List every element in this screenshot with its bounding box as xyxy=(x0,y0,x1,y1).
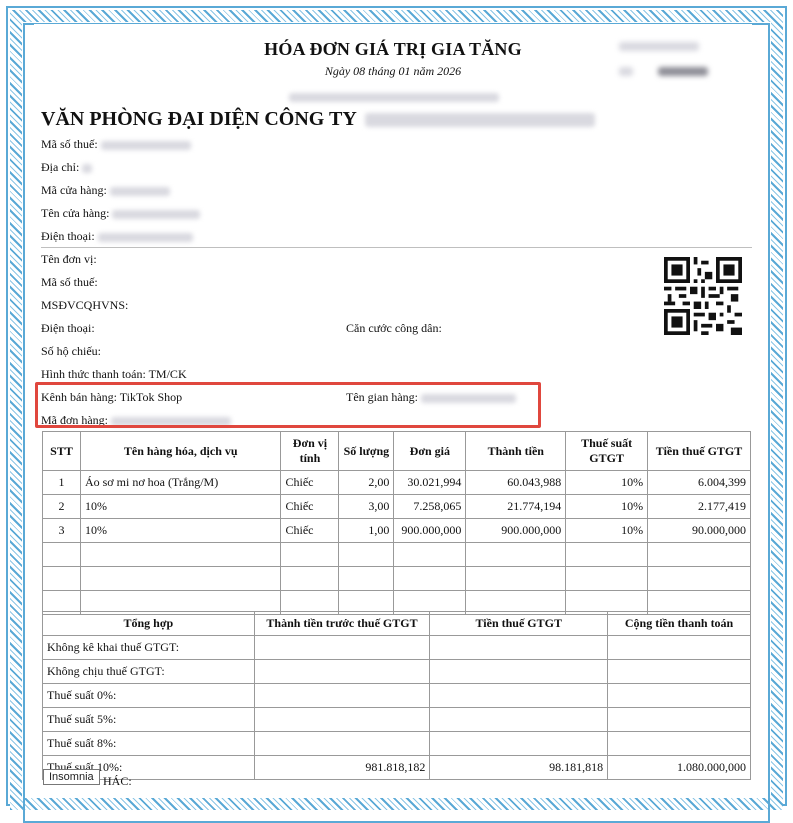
cell: 10% xyxy=(565,494,649,519)
table-row: 2 10% Chiếc 3,00 7.258,065 21.774,194 10… xyxy=(42,494,751,519)
buyer-citizen-id: Căn cước công dân: xyxy=(346,321,442,335)
cell: Chiếc xyxy=(280,470,340,495)
redacted-lookup-code xyxy=(289,88,499,106)
col-header: Thuế suất GTGT xyxy=(565,431,649,471)
seller-address: Địa chỉ: xyxy=(41,160,93,175)
col-header: Đơn giá xyxy=(393,431,467,471)
cell xyxy=(607,683,751,708)
cell xyxy=(429,659,609,684)
seller-store-code: Mã cửa hàng: xyxy=(41,183,170,198)
items-header-row: STT Tên hàng hóa, dịch vụ Đơn vị tính Số… xyxy=(42,431,751,471)
cell xyxy=(429,635,609,660)
insomnia-app-badge[interactable]: Insomnia xyxy=(43,769,100,785)
cell: 3,00 xyxy=(338,494,395,519)
cell: Chiếc xyxy=(280,494,340,519)
cell xyxy=(607,731,751,756)
redacted-number-label xyxy=(619,66,708,77)
buyer-passport: Số hộ chiếu: xyxy=(41,344,101,358)
cell: 2 xyxy=(42,494,81,519)
table-row: Thuế suất 0%: xyxy=(42,683,751,708)
cell xyxy=(607,635,751,660)
table-row: Không kê khai thuế GTGT: xyxy=(42,635,751,660)
cell xyxy=(607,707,751,732)
table-row: Không chịu thuế GTGT: xyxy=(42,659,751,684)
cell: 6.004,399 xyxy=(647,470,751,495)
cell: 60.043,988 xyxy=(465,470,567,495)
col-header: STT xyxy=(42,431,81,471)
highlight-box xyxy=(35,382,541,428)
cell: 7.258,065 xyxy=(393,494,467,519)
cell: Thuế suất 0%: xyxy=(42,683,255,708)
cell xyxy=(429,707,609,732)
cell: 98.181,818 xyxy=(429,755,609,780)
buyer-tax-code: Mã số thuế: xyxy=(41,275,98,289)
cell: 1,00 xyxy=(338,518,395,543)
cell: Áo sơ mi nơ hoa (Trắng/M) xyxy=(79,470,282,495)
cell: Thuế suất 8%: xyxy=(42,731,255,756)
cell xyxy=(607,659,751,684)
cell: 981.818,182 xyxy=(253,755,431,780)
cell: 2,00 xyxy=(338,470,395,495)
col-header: Số lượng xyxy=(338,431,395,471)
col-header: Đơn vị tính xyxy=(280,431,340,471)
cell: Không kê khai thuế GTGT: xyxy=(42,635,255,660)
table-row: Thuế suất 5%: xyxy=(42,707,751,732)
table-row: Thuế suất 8%: xyxy=(42,731,751,756)
items-table: STT Tên hàng hóa, dịch vụ Đơn vị tính Số… xyxy=(42,431,751,615)
seller-tax-code: Mã số thuế: xyxy=(41,137,191,152)
cell: 90.000,000 xyxy=(647,518,751,543)
cell: 10% xyxy=(565,470,649,495)
empty-row xyxy=(42,542,751,567)
col-header: Tổng hợp xyxy=(42,611,255,636)
redacted-serial-label xyxy=(619,41,699,52)
cell xyxy=(253,659,431,684)
section-divider xyxy=(41,247,752,248)
cell: 30.021,994 xyxy=(393,470,467,495)
cell xyxy=(253,731,431,756)
cell xyxy=(253,683,431,708)
col-header: Tiền thuế GTGT xyxy=(647,431,751,471)
buyer-unit-name: Tên đơn vị: xyxy=(41,252,97,266)
cell: 10% xyxy=(79,494,282,519)
table-row: 3 10% Chiếc 1,00 900.000,000 900.000,000… xyxy=(42,518,751,543)
cell xyxy=(429,683,609,708)
table-row: 1 Áo sơ mi nơ hoa (Trắng/M) Chiếc 2,00 3… xyxy=(42,470,751,495)
cut-off-row-label: HÁC: xyxy=(103,774,132,788)
empty-row xyxy=(42,566,751,591)
seller-company-name: VĂN PHÒNG ĐẠI DIỆN CÔNG TY xyxy=(41,108,596,131)
col-header: Tên hàng hóa, dịch vụ xyxy=(79,431,282,471)
col-header: Thành tiền xyxy=(465,431,567,471)
cell xyxy=(253,707,431,732)
cell xyxy=(253,635,431,660)
seller-phone: Điện thoại: xyxy=(41,229,193,244)
cell: 1 xyxy=(42,470,81,495)
cell: 2.177,419 xyxy=(647,494,751,519)
table-row: Thuế suất 10%: 981.818,182 98.181,818 1.080… xyxy=(42,755,751,780)
seller-store-name: Tên cửa hàng: xyxy=(41,206,201,221)
cell: 10% xyxy=(79,518,282,543)
buyer-msdvcqhvns: MSĐVCQHVNS: xyxy=(41,298,129,312)
cell: 900.000,000 xyxy=(393,518,467,543)
col-header: Cộng tiền thanh toán xyxy=(607,611,751,636)
cell: Chiếc xyxy=(280,518,340,543)
cell: 21.774,194 xyxy=(465,494,567,519)
col-header: Thành tiền trước thuế GTGT xyxy=(253,611,431,636)
payment-method: Hình thức thanh toán: TM/CK xyxy=(41,367,187,381)
cell: Không chịu thuế GTGT: xyxy=(42,659,255,684)
cell: 900.000,000 xyxy=(465,518,567,543)
cell: 10% xyxy=(565,518,649,543)
cell: 1.080.000,000 xyxy=(607,755,751,780)
cell: 3 xyxy=(42,518,81,543)
qr-code-icon xyxy=(664,257,742,335)
buyer-phone: Điện thoại: xyxy=(41,321,95,335)
summary-header-row: Tổng hợp Thành tiền trước thuế GTGT Tiền… xyxy=(42,611,751,636)
summary-table: Tổng hợp Thành tiền trước thuế GTGT Tiền… xyxy=(42,611,751,780)
cell xyxy=(429,731,609,756)
cell: Thuế suất 5%: xyxy=(42,707,255,732)
col-header: Tiền thuế GTGT xyxy=(429,611,609,636)
